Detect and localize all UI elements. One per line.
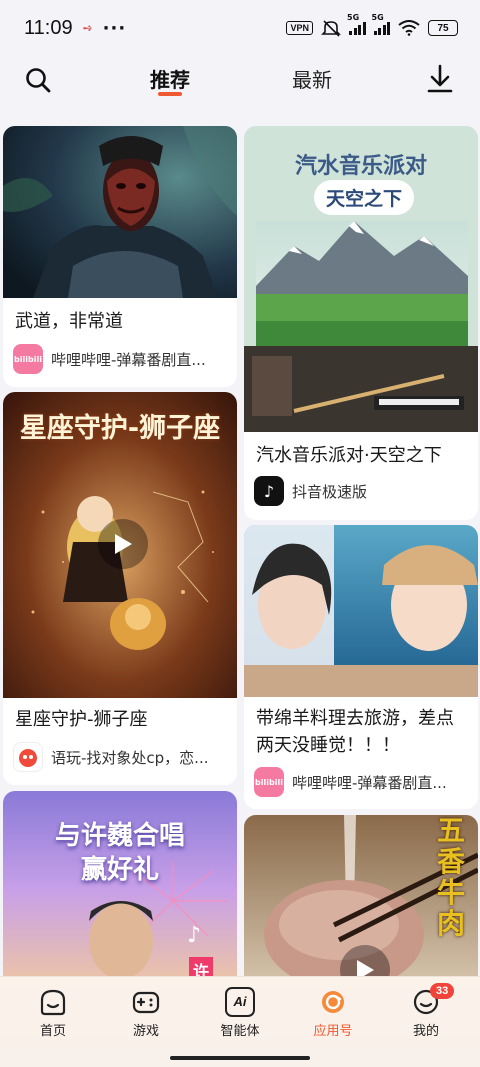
vpn-badge: VPN bbox=[286, 21, 313, 35]
overlay-title: 星座守护-狮子座 bbox=[19, 413, 221, 444]
overlay-title: 与许巍合唱 bbox=[54, 821, 185, 851]
signal-2-icon: 5G bbox=[372, 13, 390, 35]
more-notifications-icon: ··· bbox=[102, 17, 127, 39]
card-source[interactable]: 语玩-找对象处cp，恋... bbox=[13, 742, 227, 772]
feed-card[interactable]: 五香牛肉 bbox=[244, 815, 478, 976]
feed-card[interactable]: 星座守护-狮子座 星座守护-狮子座 语玩-找对象处cp，恋... bbox=[3, 392, 237, 785]
video-thumbnail[interactable]: 五香牛肉 bbox=[244, 815, 478, 976]
feed-card[interactable]: 汽水音乐派对 天空之下 汽水音乐派对·天空之下 ♪ 抖音极速版 bbox=[244, 126, 478, 520]
overlay-title: 汽水音乐派对 bbox=[294, 154, 427, 179]
bilibili-icon: bilibili bbox=[13, 344, 43, 374]
overlay-subtitle: 天空之下 bbox=[314, 180, 415, 215]
notification-icon: ➺ bbox=[82, 21, 93, 35]
home-face-icon bbox=[40, 989, 66, 1016]
video-thumbnail[interactable]: 汽水音乐派对 天空之下 bbox=[244, 126, 478, 432]
feed-card[interactable]: 武道，非常道 bilibili 哔哩哔哩-弹幕番剧直... bbox=[3, 126, 237, 387]
app-channel-icon bbox=[322, 991, 344, 1013]
card-title: 汽水音乐派对·天空之下 bbox=[256, 445, 442, 466]
wifi-icon bbox=[398, 20, 420, 36]
douyin-lite-icon: ♪ bbox=[254, 476, 284, 506]
search-icon[interactable] bbox=[24, 66, 52, 94]
travel-vlog-image bbox=[244, 525, 478, 697]
yuwan-icon bbox=[13, 742, 43, 772]
feed-card[interactable]: 与许巍合唱 赢好礼 ♪ 许 bbox=[3, 791, 237, 976]
notification-badge: 33 bbox=[430, 983, 455, 999]
source-name: 语玩-找对象处cp，恋... bbox=[51, 748, 209, 767]
nav-ai-agent[interactable]: Ai 智能体 bbox=[200, 987, 280, 1039]
nav-label: 应用号 bbox=[313, 1024, 353, 1039]
nav-app-channel[interactable]: 应用号 bbox=[293, 987, 373, 1039]
card-title: 星座守护-狮子座 bbox=[15, 709, 148, 730]
feed-card[interactable]: 带绵羊料理去旅游，差点 两天没睡觉！！！ bilibili 哔哩哔哩-弹幕番剧直… bbox=[244, 525, 478, 809]
card-title-line1: 带绵羊料理去旅游，差点 bbox=[256, 708, 454, 729]
nav-games[interactable]: 游戏 bbox=[106, 987, 186, 1039]
card-source[interactable]: ♪ 抖音极速版 bbox=[254, 476, 468, 506]
nav-label: 首页 bbox=[39, 1024, 66, 1039]
source-name: 抖音极速版 bbox=[292, 482, 368, 501]
warrior-scene-image bbox=[3, 126, 237, 298]
overlay-title: 五香牛肉 bbox=[436, 815, 465, 940]
card-title: 武道，非常道 bbox=[15, 311, 123, 332]
card-source[interactable]: bilibili 哔哩哔哩-弹幕番剧直... bbox=[254, 767, 468, 797]
nav-label: 游戏 bbox=[132, 1024, 159, 1039]
battery-indicator: 75 bbox=[428, 20, 458, 36]
signal-1-icon: 5G bbox=[347, 13, 366, 35]
play-button[interactable] bbox=[98, 519, 148, 569]
card-title-line2: 两天没睡觉！！！ bbox=[256, 735, 400, 756]
side-tag: 许 bbox=[189, 957, 214, 976]
nav-label: 智能体 bbox=[220, 1024, 260, 1039]
card-source[interactable]: bilibili 哔哩哔哩-弹幕番剧直... bbox=[13, 344, 227, 374]
download-icon[interactable] bbox=[426, 64, 454, 94]
home-indicator[interactable] bbox=[170, 1056, 310, 1060]
tab-latest[interactable]: 最新 bbox=[292, 64, 332, 93]
active-tab-indicator bbox=[158, 92, 182, 96]
nav-profile[interactable]: 33 我的 bbox=[386, 983, 466, 1039]
nav-home[interactable]: 首页 bbox=[13, 987, 93, 1039]
content-feed[interactable]: 武道，非常道 bilibili 哔哩哔哩-弹幕番剧直... 汽水音乐派对 天空之… bbox=[0, 126, 480, 976]
top-nav: 推荐 最新 bbox=[0, 56, 480, 104]
overlay-subtitle: 赢好礼 bbox=[80, 855, 159, 885]
source-name: 哔哩哔哩-弹幕番剧直... bbox=[292, 773, 447, 792]
gamepad-icon bbox=[132, 991, 160, 1014]
bilibili-icon: bilibili bbox=[254, 767, 284, 797]
video-thumbnail[interactable]: 与许巍合唱 赢好礼 ♪ 许 bbox=[3, 791, 237, 976]
nav-label: 我的 bbox=[412, 1024, 439, 1039]
status-time: 11:09 bbox=[24, 16, 73, 39]
ai-icon: Ai bbox=[225, 987, 255, 1017]
source-name: 哔哩哔哩-弹幕番剧直... bbox=[51, 350, 206, 369]
video-thumbnail[interactable] bbox=[3, 126, 237, 298]
tab-recommended[interactable]: 推荐 bbox=[150, 64, 190, 93]
status-bar: 11:09 ➺ ··· VPN 5G 5G 75 bbox=[0, 0, 480, 56]
bottom-nav: 首页 游戏 Ai 智能体 应用号 33 我的 bbox=[0, 976, 480, 1067]
video-thumbnail[interactable] bbox=[244, 525, 478, 697]
mute-icon bbox=[321, 20, 341, 37]
video-thumbnail[interactable]: 星座守护-狮子座 bbox=[3, 392, 237, 698]
douyin-watermark-icon: ♪ bbox=[187, 923, 202, 948]
